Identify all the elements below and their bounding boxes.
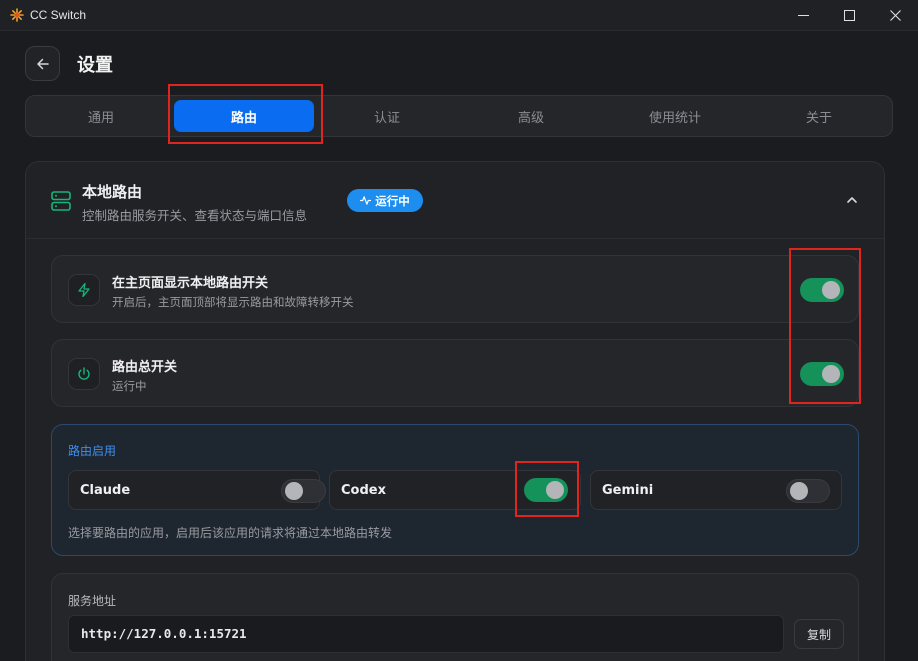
tab-about[interactable]: 关于	[750, 100, 888, 132]
local-router-header[interactable]: 本地路由 控制路由服务开关、查看状态与端口信息 运行中	[26, 162, 884, 239]
activity-icon	[360, 196, 372, 205]
page-title: 设置	[77, 55, 113, 76]
tab-advanced[interactable]: 高级	[462, 100, 600, 132]
service-address-panel: 服务地址 http://127.0.0.1:15721 复制	[51, 573, 859, 661]
tab-auth[interactable]: 认证	[318, 100, 456, 132]
app-item-codex: Codex	[329, 470, 581, 510]
maximize-button[interactable]	[826, 0, 872, 31]
router-apps-label: 路由启用	[68, 444, 117, 458]
close-icon	[889, 10, 901, 21]
switch-knob	[546, 481, 564, 499]
chevron-up-icon[interactable]	[846, 194, 858, 206]
gemini-toggle[interactable]	[786, 479, 830, 503]
switch-knob	[790, 482, 808, 500]
local-router-title: 本地路由	[82, 183, 143, 201]
app-logo-icon	[10, 8, 24, 22]
switch-knob	[822, 365, 840, 383]
app-name: Codex	[341, 483, 386, 498]
router-apps-panel: 路由启用 Claude Codex Gemini 选择要路由的应用，启用后该应用…	[51, 424, 859, 556]
minimize-button[interactable]	[780, 0, 826, 31]
title-bar: CC Switch	[0, 0, 918, 31]
app-item-gemini: Gemini	[590, 470, 842, 510]
master-switch-row: 路由总开关 运行中	[51, 339, 859, 407]
show-toggle-row: 在主页面显示本地路由开关 开启后，主页面顶部将显示路由和故障转移开关	[51, 255, 859, 323]
tab-usage-stats[interactable]: 使用统计	[606, 100, 744, 132]
lightning-icon	[78, 282, 90, 298]
server-icon	[51, 191, 71, 211]
row-icon-container	[68, 274, 100, 306]
power-icon	[78, 367, 90, 380]
settings-tabs: 通用 路由 认证 高级 使用统计 关于	[25, 95, 893, 137]
switch-knob	[822, 281, 840, 299]
local-router-subtitle: 控制路由服务开关、查看状态与端口信息	[82, 208, 308, 223]
show-toggle-switch[interactable]	[800, 278, 844, 302]
app-item-claude: Claude	[68, 470, 326, 510]
local-router-card: 本地路由 控制路由服务开关、查看状态与端口信息 运行中 在主页面显示本地路由开关…	[25, 161, 885, 661]
status-badge: 运行中	[347, 189, 423, 212]
window-title: CC Switch	[30, 8, 87, 22]
arrow-left-icon	[36, 58, 49, 69]
app-name: Claude	[80, 483, 131, 498]
router-apps-hint: 选择要路由的应用，启用后该应用的请求将通过本地路由转发	[68, 526, 393, 540]
master-switch-toggle[interactable]	[800, 362, 844, 386]
tab-general[interactable]: 通用	[32, 100, 170, 132]
maximize-icon	[843, 10, 855, 21]
status-badge-label: 运行中	[375, 193, 410, 208]
switch-knob	[285, 482, 303, 500]
master-switch-subtitle: 运行中	[112, 379, 147, 393]
claude-toggle[interactable]	[281, 479, 326, 503]
minimize-icon	[797, 15, 809, 16]
master-switch-title: 路由总开关	[112, 360, 178, 375]
close-button[interactable]	[872, 0, 918, 31]
back-button[interactable]	[25, 46, 60, 81]
service-address-field[interactable]: http://127.0.0.1:15721	[68, 615, 784, 653]
copy-button[interactable]: 复制	[794, 619, 844, 649]
app-name: Gemini	[602, 483, 654, 498]
show-toggle-subtitle: 开启后，主页面顶部将显示路由和故障转移开关	[112, 295, 354, 309]
service-address-label: 服务地址	[68, 594, 117, 608]
codex-toggle[interactable]	[524, 478, 568, 502]
show-toggle-title: 在主页面显示本地路由开关	[112, 276, 269, 291]
tab-routing[interactable]: 路由	[174, 100, 314, 132]
row-icon-container	[68, 358, 100, 390]
